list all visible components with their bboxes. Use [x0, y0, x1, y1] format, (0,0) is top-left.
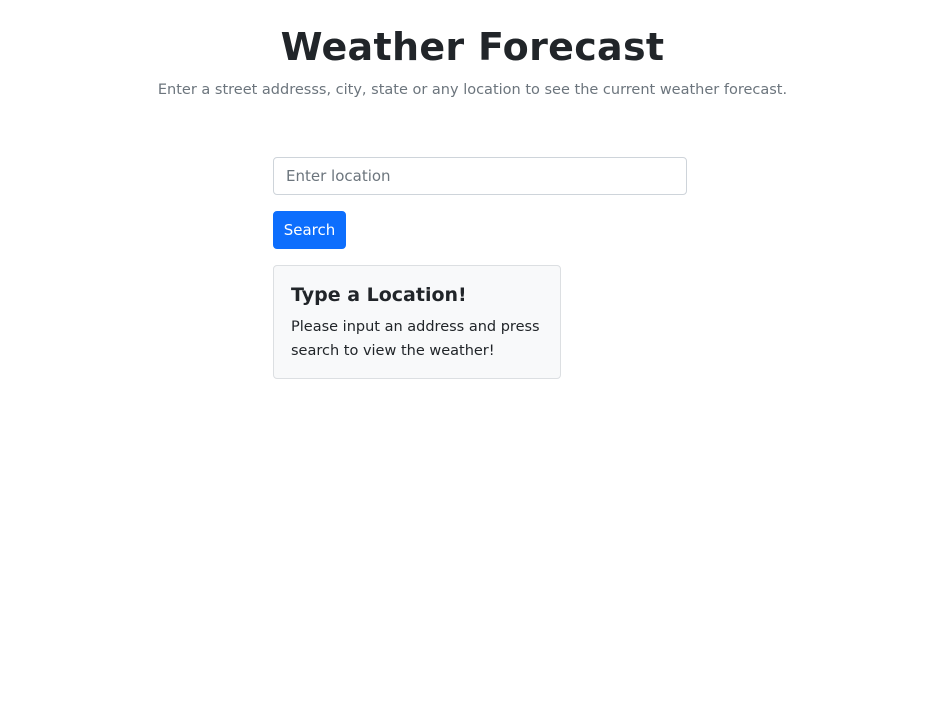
- info-card: Type a Location! Please input an address…: [273, 265, 561, 379]
- card-text: Please input an address and press search…: [291, 319, 540, 359]
- header: Weather Forecast Enter a street addresss…: [0, 24, 945, 100]
- page-subtitle: Enter a street addresss, city, state or …: [157, 82, 788, 98]
- page-title: Weather Forecast: [280, 25, 665, 69]
- location-input[interactable]: [273, 157, 687, 195]
- card-title: Type a Location!: [291, 284, 467, 306]
- page: Weather Forecast Enter a street addresss…: [0, 0, 945, 722]
- search-button[interactable]: Search: [273, 211, 346, 249]
